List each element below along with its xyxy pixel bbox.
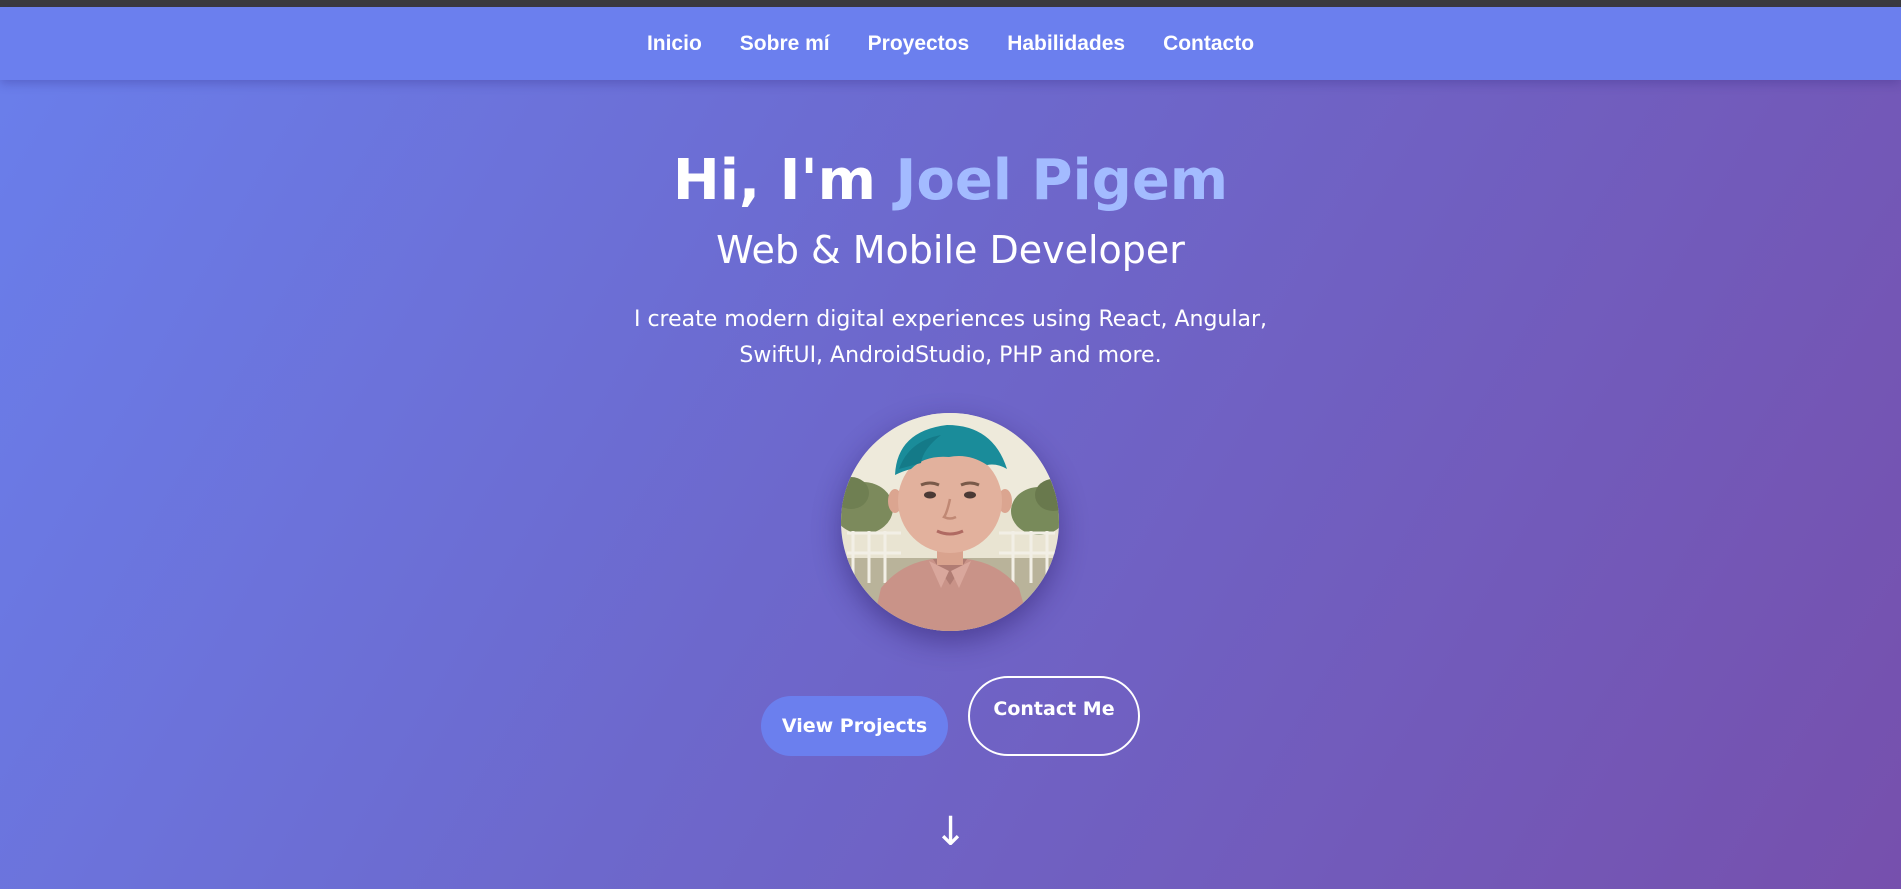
browser-top-edge <box>0 0 1901 7</box>
hero-description: I create modern digital experiences usin… <box>633 307 1268 368</box>
nav-link-proyectos[interactable]: Proyectos <box>868 32 970 56</box>
view-projects-button[interactable]: View Projects <box>761 696 948 756</box>
nav-link-inicio[interactable]: Inicio <box>647 32 702 56</box>
contact-me-button[interactable]: Contact Me <box>968 676 1140 756</box>
nav-link-contacto[interactable]: Contacto <box>1163 32 1254 56</box>
main-navbar: Inicio Sobre mí Proyectos Habilidades Co… <box>0 7 1901 80</box>
nav-link-habilidades[interactable]: Habilidades <box>1007 32 1125 56</box>
hero-section: Hi, I'm Joel Pigem Web & Mobile Develope… <box>0 80 1901 889</box>
hero-subtitle: Web & Mobile Developer <box>716 228 1185 272</box>
hero-title-name: Joel Pigem <box>895 148 1229 213</box>
hero-title-prefix: Hi, I'm <box>672 148 896 213</box>
profile-avatar <box>841 413 1059 631</box>
hero-title: Hi, I'm Joel Pigem <box>0 146 1901 216</box>
profile-photo <box>841 413 1059 631</box>
nav-link-sobre-mi[interactable]: Sobre mí <box>740 32 830 56</box>
arrow-down-icon[interactable]: ↓ <box>0 810 1901 854</box>
